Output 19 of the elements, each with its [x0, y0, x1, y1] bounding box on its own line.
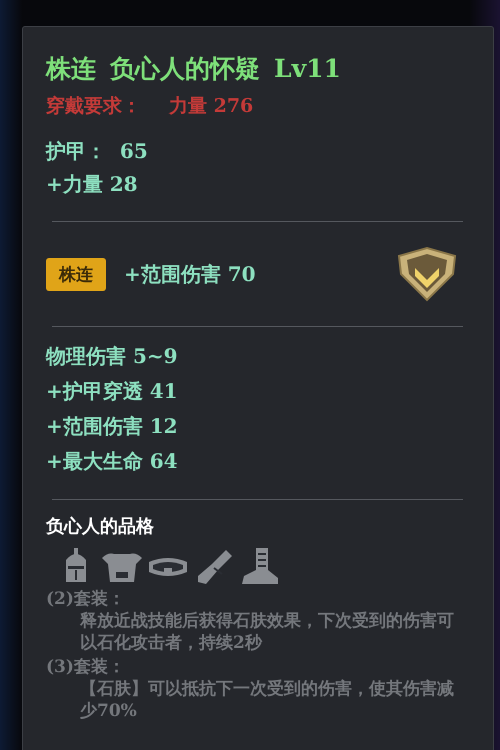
attribute-stat: +最大生命 64	[46, 448, 179, 475]
shield-icon	[395, 246, 459, 302]
set-bonus-text: 【石肤】可以抵抗下一次受到的伤害，使其伤害减少70%	[79, 678, 455, 722]
set-bonus-text: 释放近战技能后获得石肤效果，下次受到的伤害可以石化攻击者，持续2秒	[78, 610, 455, 654]
item-level: Lv11	[274, 53, 341, 85]
gem-tag: 株连	[46, 258, 106, 290]
set-name: 负心人的品格	[46, 515, 155, 538]
requirement-label: 穿戴要求：	[46, 94, 141, 119]
requirement-value: 力量 276	[169, 94, 254, 119]
attribute-stat: +范围伤害 12	[46, 413, 179, 440]
base-stat: +力量 28	[46, 171, 139, 198]
attribute-stat: +护甲穿透 41	[46, 378, 179, 405]
set-bonus-label: (2)套装：	[46, 588, 126, 610]
attribute-stat: 物理伤害 5~9	[46, 343, 179, 370]
base-stat: 护甲： 65	[46, 138, 149, 165]
item-prefix: 株连	[46, 53, 96, 85]
item-name: 负心人的怀疑	[110, 53, 260, 85]
set-bonus-label: (3)套装：	[46, 656, 126, 678]
gem-stat: +范围伤害 70	[124, 260, 256, 288]
